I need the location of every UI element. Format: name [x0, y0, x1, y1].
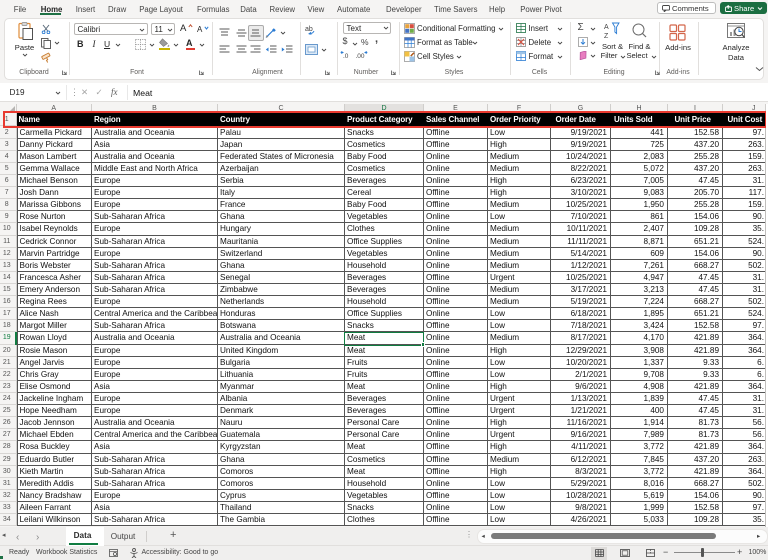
svg-text:ab: ab	[305, 26, 313, 33]
svg-text:Z: Z	[604, 33, 609, 39]
svg-text:A: A	[604, 24, 609, 31]
svg-text:.00: .00	[356, 53, 365, 60]
svg-text:.0: .0	[343, 53, 349, 60]
